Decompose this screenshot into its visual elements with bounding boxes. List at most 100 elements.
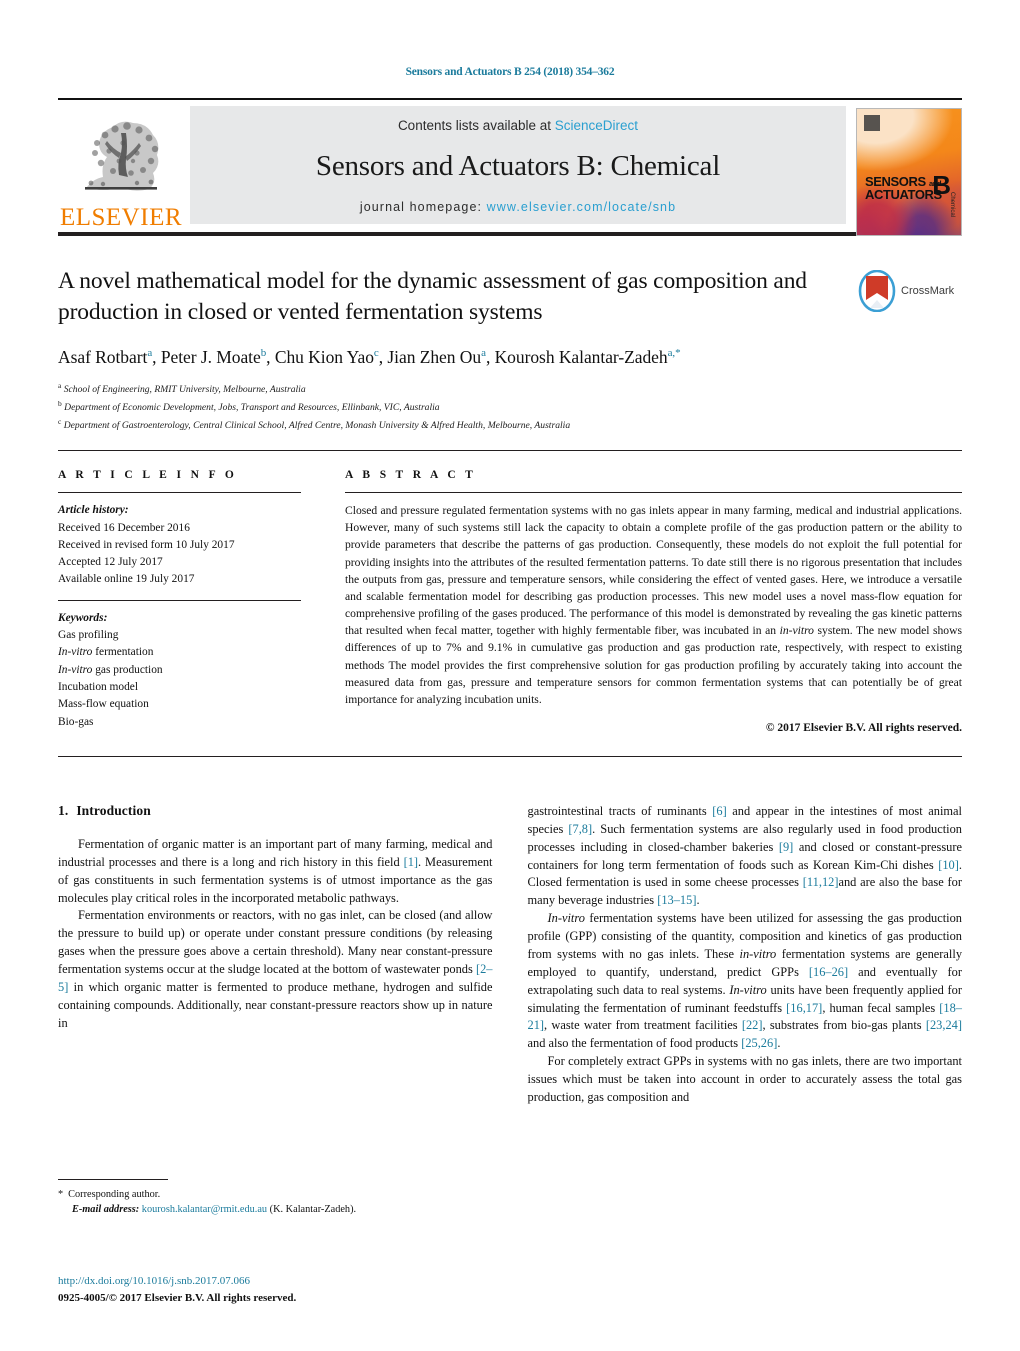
keyword-italic-prefix: In-vitro: [58, 663, 93, 676]
text-run: , waste water from treatment facilities: [544, 1018, 742, 1033]
contents-panel: Contents lists available at ScienceDirec…: [190, 106, 846, 224]
elsevier-logo: ELSEVIER: [58, 106, 184, 232]
affiliation-list: a School of Engineering, RMIT University…: [58, 380, 962, 434]
affiliation-text: Department of Economic Development, Jobs…: [64, 402, 440, 414]
article-info-column: A R T I C L E I N F O Article history: R…: [58, 469, 301, 734]
citation-ref[interactable]: [7,8]: [568, 822, 592, 836]
affiliation-item: a School of Engineering, RMIT University…: [58, 380, 962, 398]
citation-ref[interactable]: [16,17]: [786, 1001, 822, 1015]
author-affil-marker[interactable]: c: [374, 347, 379, 359]
article-history-label: Article history:: [58, 504, 129, 517]
issn-copyright-line: 0925-4005/© 2017 Elsevier B.V. All right…: [58, 1291, 297, 1304]
text-run: .: [777, 1036, 781, 1051]
abstract-body: Closed and pressure regulated fermentati…: [345, 502, 962, 708]
section-number: 1.: [58, 803, 69, 819]
citation-ref[interactable]: [16–26]: [809, 965, 848, 979]
keywords-rule: [58, 599, 301, 601]
paragraph: For completely extract GPPs in systems w…: [527, 1054, 963, 1104]
journal-cover-thumbnail: SENSORS and ACTUATORS B Chemical: [856, 108, 962, 236]
abstract-bottom-rule: [58, 756, 962, 758]
citation-ref[interactable]: [25,26]: [741, 1036, 777, 1050]
keyword-text: fermentation: [95, 646, 154, 659]
footnote-block: * Corresponding author. E-mail address: k…: [58, 1179, 490, 1218]
text-run: Fermentation environments or reactors, w…: [58, 908, 493, 977]
cover-line2: ACTUATORS: [865, 187, 942, 203]
keyword-item: Mass-flow equation: [58, 696, 301, 713]
text-run: and also the fermentation of food produc…: [527, 1036, 742, 1051]
affiliation-marker: b: [58, 399, 62, 409]
paragraph: gastrointestinal tracts of ruminants [6]…: [528, 803, 963, 910]
contents-prefix: Contents lists available at: [397, 118, 555, 133]
corresponding-author-note: * Corresponding author. E-mail address: k…: [58, 1187, 490, 1218]
author-item: Peter J. Moateb: [161, 347, 266, 367]
sciencedirect-link[interactable]: ScienceDirect: [555, 118, 638, 133]
author-affil-marker[interactable]: b: [261, 347, 267, 359]
italic-invitro: In-vitro: [547, 911, 585, 926]
keywords-block: Keywords: Gas profiling In-vitro ferment…: [58, 610, 301, 731]
title-block: CrossMark A novel mathematical model for…: [58, 266, 962, 434]
cover-elsevier-mark-icon: [864, 115, 880, 131]
crossmark-label: CrossMark: [901, 285, 955, 297]
author-affil-marker[interactable]: a,*: [668, 347, 681, 359]
citation-ref[interactable]: [6]: [712, 804, 726, 818]
author-name: Jian Zhen Ou: [387, 347, 482, 368]
text-run: .: [696, 893, 700, 908]
paragraph: Fermentation of organic matter is an imp…: [58, 836, 493, 907]
paper-page: Sensors and Actuators B 254 (2018) 354–3…: [0, 0, 1020, 1351]
elsevier-wordmark: ELSEVIER: [59, 204, 183, 231]
keywords-label: Keywords:: [58, 611, 108, 624]
paragraph: Fermentation environments or reactors, w…: [58, 907, 493, 1032]
footer-identifiers: http://dx.doi.org/10.1016/j.snb.2017.07.…: [58, 1273, 558, 1306]
intro-left-text: Fermentation of organic matter is an imp…: [58, 836, 493, 1032]
affiliation-item: c Department of Gastroenterology, Centra…: [58, 416, 962, 434]
citation-ref[interactable]: [23,24]: [926, 1018, 962, 1032]
keyword-italic-prefix: In-vitro: [58, 646, 93, 659]
citation-ref[interactable]: [9]: [779, 840, 793, 854]
keyword-text: Gas profiling: [58, 629, 119, 642]
citation-ref[interactable]: [11,12]: [803, 875, 839, 889]
citation-ref[interactable]: [22]: [742, 1018, 763, 1032]
author-item: Jian Zhen Oua: [387, 347, 486, 367]
keyword-item: Gas profiling: [58, 627, 301, 644]
affiliation-text: School of Engineering, RMIT University, …: [63, 384, 306, 396]
history-item: Available online 19 July 2017: [58, 573, 195, 586]
info-abstract-row: A R T I C L E I N F O Article history: R…: [58, 451, 962, 734]
text-run: gastrointestinal tracts of ruminants: [527, 804, 713, 819]
body-left-column: 1. Introduction Fermentation of organic m…: [58, 803, 493, 1107]
citation-ref[interactable]: [13–15]: [657, 893, 696, 907]
author-affil-marker[interactable]: a: [481, 347, 486, 359]
italic-invitro: in-vitro: [739, 946, 777, 961]
text-run: in which organic matter is fermented to …: [58, 979, 493, 1030]
body-right-column: gastrointestinal tracts of ruminants [6]…: [528, 803, 963, 1107]
abstract-heading: A B S T R A C T: [345, 469, 477, 482]
corresponding-line: * Corresponding author.: [58, 1187, 490, 1202]
footnote-rule: [58, 1179, 168, 1180]
email-label: E-mail address:: [72, 1204, 140, 1216]
crossmark-badge[interactable]: CrossMark: [858, 268, 962, 314]
article-history-block: Article history: Received 16 December 20…: [58, 502, 301, 589]
affiliation-text: Department of Gastroenterology, Central …: [63, 420, 571, 432]
citation-ref[interactable]: [10]: [938, 858, 959, 872]
author-item: Kourosh Kalantar-Zadeha,*: [495, 347, 681, 367]
paragraph: In-vitro fermentation systems have been …: [528, 910, 963, 1053]
author-affil-marker[interactable]: a: [147, 347, 152, 359]
affiliation-item: b Department of Economic Development, Jo…: [58, 398, 962, 416]
keyword-text: gas production: [95, 663, 163, 676]
page-title: A novel mathematical model for the dynam…: [58, 268, 807, 326]
author-name: Kourosh Kalantar-Zadeh: [494, 347, 668, 368]
elsevier-tree-icon: [73, 113, 169, 205]
journal-masthead: ELSEVIER Contents lists available at Sci…: [58, 98, 962, 236]
asterisk-marker: *: [58, 1189, 64, 1200]
citation-ref[interactable]: [1]: [404, 855, 418, 869]
abstract-column: A B S T R A C T Closed and pressure regu…: [345, 469, 962, 734]
abstract-rule: [345, 492, 962, 494]
text-run: , human fecal samples: [822, 1000, 940, 1015]
journal-homepage-link[interactable]: www.elsevier.com/locate/snb: [487, 200, 677, 214]
crossmark-icon: [858, 269, 896, 313]
email-link[interactable]: kourosh.kalantar@rmit.edu.au: [142, 1204, 267, 1215]
author-item: Asaf Rotbarta: [58, 347, 152, 367]
homepage-prefix: journal homepage:: [359, 200, 487, 214]
keyword-text: Bio-gas: [58, 715, 94, 728]
author-list: Asaf Rotbarta, Peter J. Moateb, Chu Kion…: [58, 347, 681, 368]
doi-link[interactable]: http://dx.doi.org/10.1016/j.snb.2017.07.…: [58, 1273, 558, 1290]
